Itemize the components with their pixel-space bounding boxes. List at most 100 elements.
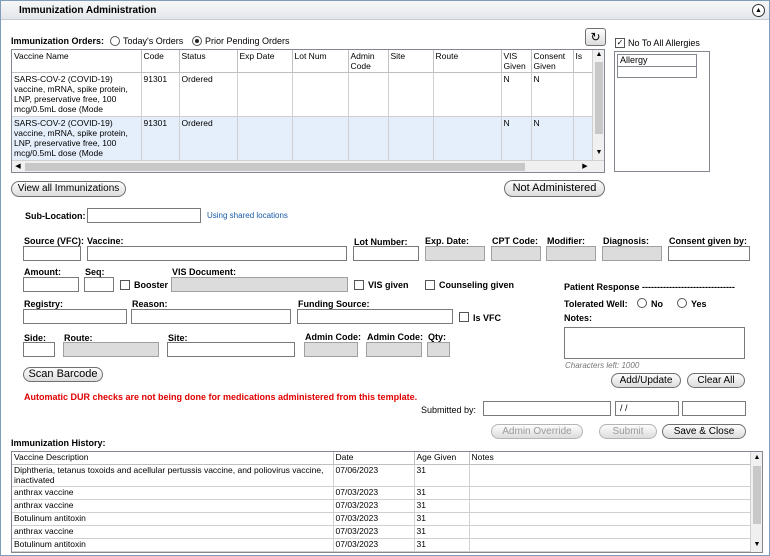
history-row[interactable]: Botulinum antitoxin 07/03/2023 31: [12, 512, 752, 526]
add-update-button[interactable]: Add/Update: [611, 373, 681, 388]
collapse-icon[interactable]: ▲: [752, 4, 765, 17]
qty-input[interactable]: [427, 342, 450, 357]
source-vfc-input[interactable]: [23, 246, 81, 261]
exp-date-input[interactable]: [425, 246, 485, 261]
lot-number-input[interactable]: [353, 246, 419, 261]
tolerated-no-radio[interactable]: [637, 298, 647, 308]
scroll-left-icon[interactable]: ◀: [13, 162, 23, 172]
orders-hscroll-thumb[interactable]: [25, 163, 525, 171]
history-notes: [469, 525, 752, 539]
refresh-icon[interactable]: ↻: [585, 28, 606, 46]
no-to-all-allergies-checkbox[interactable]: ✓: [615, 38, 625, 48]
orders-vscroll-thumb[interactable]: [595, 62, 603, 134]
col-notes[interactable]: Notes: [469, 452, 752, 465]
order-lot-num: [292, 116, 349, 161]
order-row-selected[interactable]: SARS-COV-2 (COVID-19) vaccine, mRNA, spi…: [12, 116, 596, 161]
tolerated-yes-radio[interactable]: [677, 298, 687, 308]
order-vaccine: SARS-COV-2 (COVID-19) vaccine, mRNA, spi…: [12, 72, 142, 117]
scroll-right-icon[interactable]: ▶: [580, 162, 590, 172]
col-status[interactable]: Status: [179, 50, 238, 73]
submitted-date-input[interactable]: / /: [615, 401, 679, 416]
sub-location-input[interactable]: [87, 208, 201, 223]
is-vfc-label: Is VFC: [473, 313, 502, 323]
history-row[interactable]: Diphtheria, tetanus toxoids and acellula…: [12, 464, 752, 487]
scroll-down-icon[interactable]: ▼: [752, 540, 762, 550]
submit-button[interactable]: Submit: [599, 424, 657, 439]
modifier-label: Modifier:: [547, 236, 585, 246]
save-close-button[interactable]: Save & Close: [662, 424, 746, 439]
is-vfc-checkbox[interactable]: [459, 312, 469, 322]
history-desc: anthrax vaccine: [12, 525, 334, 539]
consent-given-by-input[interactable]: [668, 246, 750, 261]
history-notes: [469, 512, 752, 526]
reason-input[interactable]: [131, 309, 291, 324]
counseling-given-checkbox[interactable]: [425, 280, 435, 290]
source-vfc-label: Source (VFC):: [24, 236, 85, 246]
col-vis-given[interactable]: VIS Given: [501, 50, 532, 73]
site-input[interactable]: [167, 342, 295, 357]
col-vaccine-name[interactable]: Vaccine Name: [12, 50, 142, 73]
order-status: Ordered: [179, 116, 238, 161]
col-date[interactable]: Date: [333, 452, 415, 465]
col-vaccine-description[interactable]: Vaccine Description: [12, 452, 334, 465]
qty-label: Qty:: [428, 332, 446, 342]
history-date: 07/03/2023: [333, 499, 415, 513]
modifier-input[interactable]: [546, 246, 596, 261]
route-input[interactable]: [63, 342, 159, 357]
counseling-given-label: Counseling given: [439, 280, 515, 290]
radio-todays-orders-label[interactable]: Today's Orders: [123, 36, 183, 46]
history-row[interactable]: anthrax vaccine 07/03/2023 31: [12, 499, 752, 513]
order-row[interactable]: SARS-COV-2 (COVID-19) vaccine, mRNA, spi…: [12, 72, 596, 117]
col-admin-code[interactable]: Admin Code: [348, 50, 389, 73]
history-row[interactable]: anthrax vaccine 07/03/2023 31: [12, 525, 752, 539]
radio-todays-orders[interactable]: [110, 36, 120, 46]
view-all-immunizations-button[interactable]: View all Immunizations: [11, 181, 126, 197]
radio-prior-pending-orders[interactable]: [192, 36, 202, 46]
notes-textarea[interactable]: [564, 327, 745, 359]
not-administered-button[interactable]: Not Administered: [504, 180, 605, 197]
col-age-given[interactable]: Age Given: [414, 452, 470, 465]
scroll-up-icon[interactable]: ▲: [594, 50, 604, 60]
history-age: 31: [414, 538, 470, 552]
col-site[interactable]: Site: [388, 50, 434, 73]
history-vscrollbar[interactable]: ▲ ▼: [750, 452, 762, 552]
vis-document-input[interactable]: [171, 277, 348, 292]
side-input[interactable]: [23, 342, 55, 357]
vaccine-input[interactable]: [87, 246, 347, 261]
cpt-code-input[interactable]: [491, 246, 541, 261]
clear-all-button[interactable]: Clear All: [687, 373, 745, 388]
seq-input[interactable]: [84, 277, 114, 292]
history-row[interactable]: anthrax vaccine 07/03/2023 31: [12, 486, 752, 500]
history-row[interactable]: Botulinum antitoxin 07/03/2023 31: [12, 538, 752, 552]
col-exp-date[interactable]: Exp Date: [237, 50, 293, 73]
orders-vscrollbar[interactable]: ▲ ▼: [592, 50, 604, 160]
history-vscroll-thumb[interactable]: [753, 466, 761, 524]
col-route[interactable]: Route: [433, 50, 502, 73]
admin-override-button[interactable]: Admin Override: [491, 424, 583, 439]
orders-hscrollbar[interactable]: ◀ ▶: [12, 160, 604, 172]
amount-input[interactable]: [23, 277, 79, 292]
submitted-time-input[interactable]: [682, 401, 746, 416]
scan-barcode-button[interactable]: Scan Barcode: [23, 367, 103, 382]
funding-source-input[interactable]: [297, 309, 453, 324]
tolerated-yes-label: Yes: [691, 299, 707, 309]
booster-checkbox[interactable]: [120, 280, 130, 290]
radio-prior-pending-label[interactable]: Prior Pending Orders: [205, 36, 290, 46]
consent-given-by-label: Consent given by:: [669, 236, 748, 246]
scroll-down-icon[interactable]: ▼: [594, 148, 604, 158]
submitted-by-input[interactable]: [483, 401, 611, 416]
order-consent: N: [531, 116, 574, 161]
col-lot-num[interactable]: Lot Num: [292, 50, 349, 73]
shared-locations-link[interactable]: Using shared locations: [207, 211, 288, 220]
no-to-all-allergies-label: No To All Allergies: [628, 38, 700, 48]
orders-grid: Vaccine Name Code Status Exp Date Lot Nu…: [11, 49, 605, 173]
admin-code-input[interactable]: [304, 342, 358, 357]
allergy-row[interactable]: [617, 66, 697, 78]
col-code[interactable]: Code: [141, 50, 180, 73]
vis-given-checkbox[interactable]: [354, 280, 364, 290]
scroll-up-icon[interactable]: ▲: [752, 453, 762, 463]
col-consent-given[interactable]: Consent Given: [531, 50, 574, 73]
admin-code2-input[interactable]: [366, 342, 422, 357]
registry-input[interactable]: [23, 309, 127, 324]
diagnosis-input[interactable]: [602, 246, 662, 261]
